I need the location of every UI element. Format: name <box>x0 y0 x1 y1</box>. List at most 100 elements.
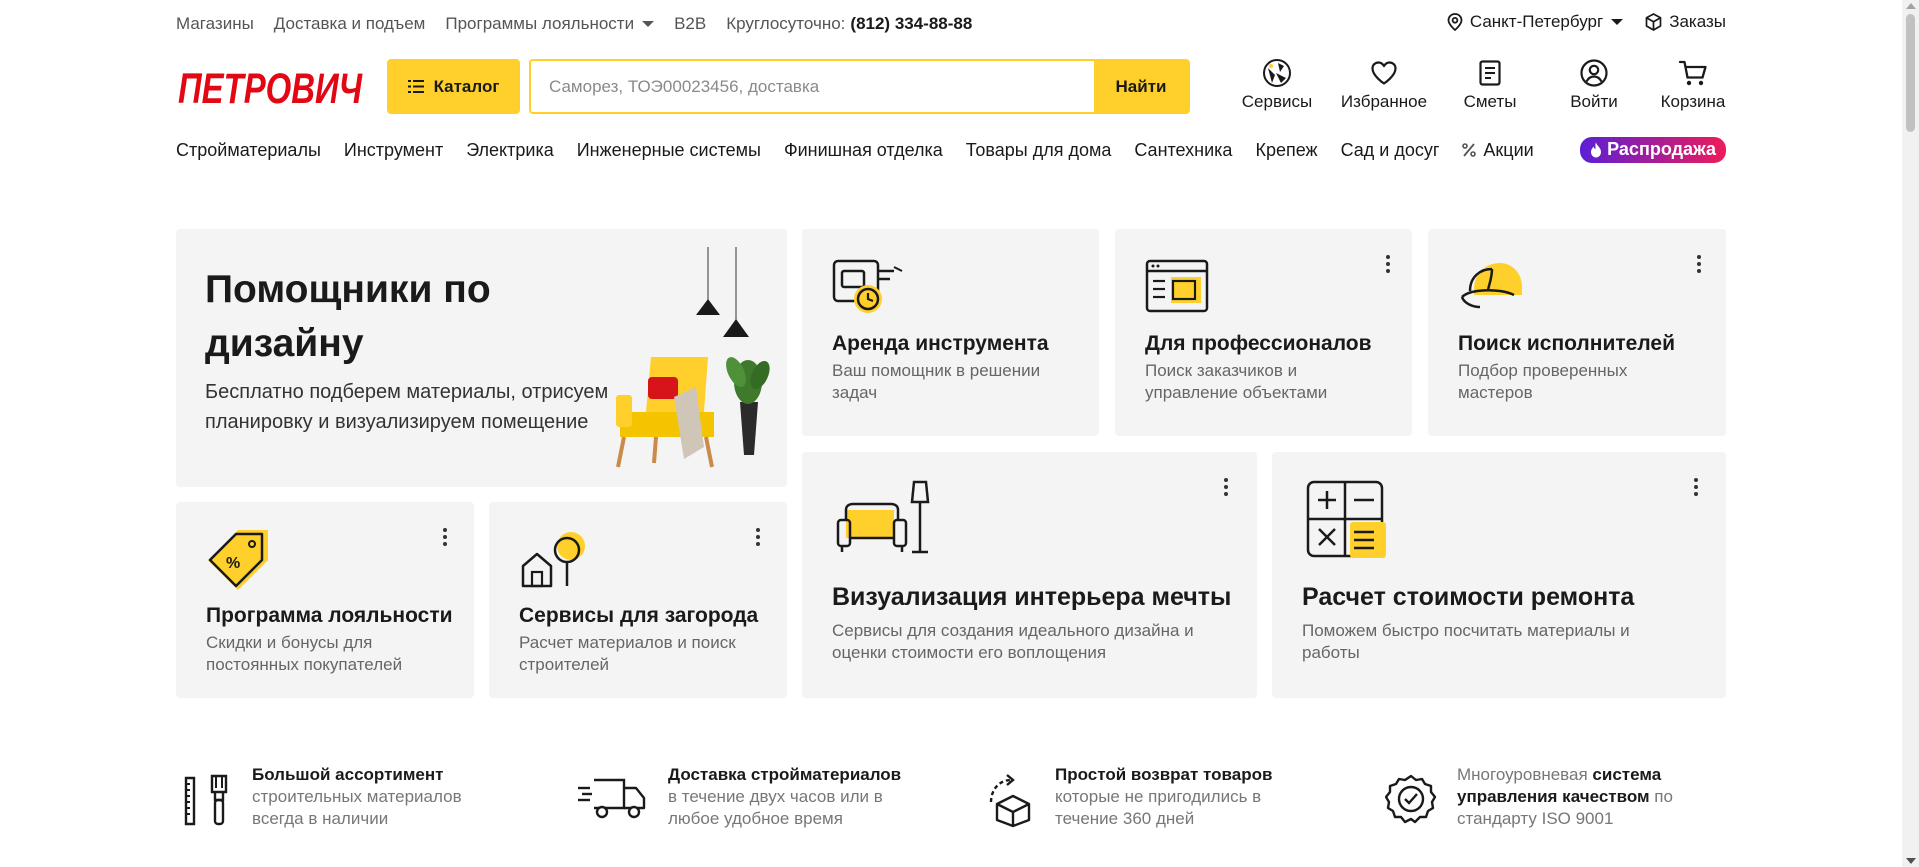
more-options-icon[interactable] <box>1223 478 1229 498</box>
sofa-lamp-icon <box>836 480 930 554</box>
header-actions: Сервисы Избранное Сметы Войти Корзина <box>1236 56 1728 116</box>
login-button[interactable]: Войти <box>1566 56 1622 116</box>
petrovich-logo[interactable]: ПЕТРОВИЧ <box>176 64 366 113</box>
catalog-button[interactable]: Каталог <box>387 59 520 114</box>
catalog-label: Каталог <box>433 76 500 96</box>
logo-text: ПЕТРОВИЧ <box>178 65 363 110</box>
nav-item-finishing[interactable]: Финишная отделка <box>784 140 943 161</box>
country-services-desc: Расчет материалов и поиск строителей <box>519 633 736 674</box>
nav-item-garden[interactable]: Сад и досуг <box>1341 140 1440 161</box>
scroll-down-arrow-icon[interactable] <box>1906 858 1916 864</box>
document-icon <box>1479 56 1501 90</box>
nav-item-home-goods[interactable]: Товары для дома <box>966 140 1112 161</box>
link-b2b[interactable]: B2B <box>674 14 706 34</box>
country-services-card[interactable]: Сервисы для загорода Расчет материалов и… <box>489 502 787 698</box>
search-bar: Найти <box>529 59 1190 114</box>
quality-badge-icon <box>1385 774 1437 824</box>
more-options-icon[interactable] <box>755 528 761 548</box>
scroll-up-arrow-icon[interactable] <box>1906 3 1916 9</box>
feature-delivery-text: Доставка стройматериалов в течение двух … <box>668 764 918 830</box>
box-icon <box>1645 13 1662 31</box>
cart-icon <box>1678 56 1708 90</box>
house-tree-icon <box>521 532 585 588</box>
page-scrollbar[interactable] <box>1902 0 1919 867</box>
login-label: Войти <box>1570 92 1618 111</box>
nav-item-promotions[interactable]: Акции <box>1462 139 1534 161</box>
search-button[interactable]: Найти <box>1094 61 1188 112</box>
link-stores[interactable]: Магазины <box>176 14 254 34</box>
favorites-label: Избранное <box>1340 92 1428 111</box>
category-nav: Стройматериалы Инструмент Электрика Инже… <box>176 137 1726 163</box>
calculator-icon <box>1306 480 1386 558</box>
sale-badge-button[interactable]: Распродажа <box>1580 137 1726 163</box>
feature-assortment-bold: Большой ассортимент <box>252 765 444 784</box>
more-options-icon[interactable] <box>1696 255 1702 275</box>
link-loyalty-dropdown[interactable]: Программы лояльности <box>445 14 655 34</box>
link-delivery[interactable]: Доставка и подъем <box>274 14 426 34</box>
tool-rent-card[interactable]: Аренда инструмента Ваш помощник в решени… <box>802 229 1099 436</box>
armchair-illustration <box>616 247 770 468</box>
find-contractors-title: Поиск исполнителей <box>1458 332 1675 355</box>
for-professionals-title: Для профессионалов <box>1145 332 1372 355</box>
city-label: Санкт-Петербург <box>1469 12 1604 31</box>
repair-cost-calc-title: Расчет стоимости ремонта <box>1302 583 1635 611</box>
promotions-label: Акции <box>1483 139 1534 160</box>
feature-returns-bold: Простой возврат товаров <box>1055 765 1273 784</box>
loyalty-program-card[interactable]: % Программа лояльности Скидки и бонусы д… <box>176 502 474 698</box>
phone-label: Круглосуточно: <box>726 14 846 33</box>
more-options-icon[interactable] <box>1693 478 1699 498</box>
cart-button[interactable]: Корзина <box>1658 56 1728 116</box>
menu-icon <box>407 80 424 93</box>
phone-block: Круглосуточно: (812) 334-88-88 <box>726 14 972 34</box>
nav-item-plumbing[interactable]: Сантехника <box>1134 140 1232 161</box>
search-input[interactable] <box>531 61 1094 112</box>
feature-returns: Простой возврат товаров которые не приго… <box>985 764 1295 830</box>
find-contractors-card[interactable]: Поиск исполнителей Подбор проверенных ма… <box>1428 229 1726 436</box>
nav-item-fasteners[interactable]: Крепеж <box>1255 140 1317 161</box>
user-icon <box>1580 56 1608 90</box>
feature-assortment-rest: строительных материалов всегда в наличии <box>252 787 462 828</box>
nav-item-engineering[interactable]: Инженерные системы <box>577 140 761 161</box>
for-professionals-card[interactable]: Для профессионалов Поиск заказчиков и уп… <box>1115 229 1412 436</box>
scrollbar-thumb[interactable] <box>1906 14 1915 132</box>
repair-cost-calc-desc: Поможем быстро посчитать материалы и раб… <box>1302 621 1630 662</box>
find-contractors-desc: Подбор проверенных мастеров <box>1458 361 1628 402</box>
top-bar: Магазины Доставка и подъем Программы лоя… <box>176 12 1726 36</box>
tool-rent-title: Аренда инструмента <box>832 332 1049 355</box>
heart-icon <box>1370 56 1398 90</box>
repair-cost-calc-card[interactable]: Расчет стоимости ремонта Поможем быстро … <box>1272 452 1726 698</box>
orders-link[interactable]: Заказы <box>1645 12 1726 32</box>
favorites-button[interactable]: Избранное <box>1340 56 1428 116</box>
return-box-icon <box>989 774 1031 828</box>
feature-assortment-text: Большой ассортимент строительных материа… <box>252 764 492 830</box>
more-options-icon[interactable] <box>1385 255 1391 275</box>
for-professionals-desc: Поиск заказчиков и управление объектами <box>1145 361 1328 402</box>
location-pin-icon <box>1447 13 1463 31</box>
feature-returns-rest: которые не пригодились в течение 360 дне… <box>1055 787 1262 828</box>
svg-text:%: % <box>226 555 240 572</box>
nav-item-tools[interactable]: Инструмент <box>344 140 443 161</box>
services-label: Сервисы <box>1241 92 1313 111</box>
chevron-down-icon <box>642 21 655 27</box>
feature-quality-text: Многоуровневая система управления качест… <box>1457 764 1697 830</box>
tools-icon <box>184 774 228 826</box>
services-icon <box>1262 56 1292 90</box>
country-services-title: Сервисы для загорода <box>519 604 759 627</box>
delivery-truck-icon <box>578 778 646 819</box>
interior-visualization-desc: Сервисы для создания идеального дизайна … <box>832 621 1194 662</box>
estimates-label: Сметы <box>1463 92 1517 111</box>
nav-item-building-materials[interactable]: Стройматериалы <box>176 140 321 161</box>
flame-icon <box>1591 142 1602 157</box>
phone-link[interactable]: (812) 334-88-88 <box>850 14 972 34</box>
design-helpers-card[interactable]: Помощники по дизайну Бесплатно подберем … <box>176 229 787 487</box>
feature-delivery-bold: Доставка стройматериалов <box>668 765 902 784</box>
city-selector[interactable]: Санкт-Петербург <box>1447 12 1624 32</box>
feature-quality: Многоуровневая система управления качест… <box>1385 764 1697 830</box>
hero-title: Помощники по дизайну <box>205 268 491 365</box>
services-button[interactable]: Сервисы <box>1236 56 1318 116</box>
nav-item-electrics[interactable]: Электрика <box>466 140 554 161</box>
interior-visualization-card[interactable]: Визуализация интерьера мечты Сервисы для… <box>802 452 1257 698</box>
estimates-button[interactable]: Сметы <box>1460 56 1520 116</box>
drill-clock-icon <box>832 259 903 313</box>
more-options-icon[interactable] <box>442 528 448 548</box>
